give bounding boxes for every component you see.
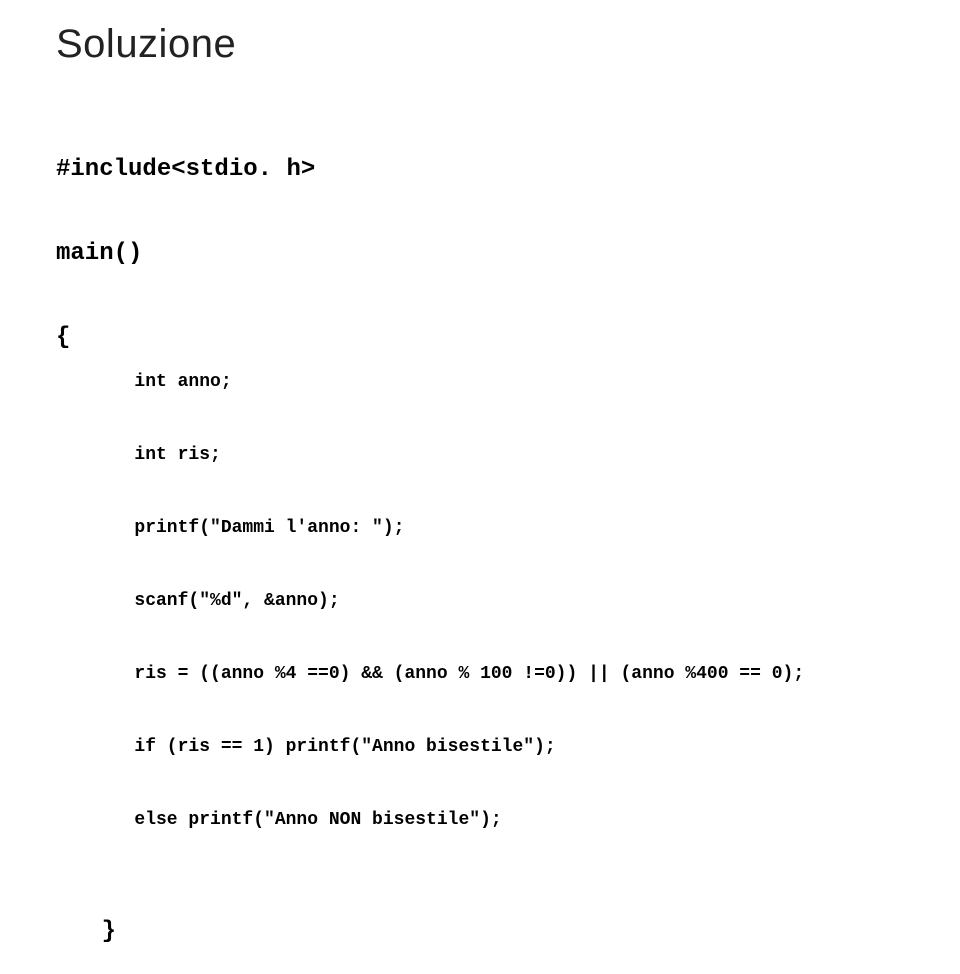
code-line: else printf("Anno NON bisestile"); [134, 808, 804, 832]
code-block: #include<stdio. h> main() { int anno; in… [56, 103, 904, 974]
code-line: int ris; [134, 443, 804, 467]
code-line: ris = ((anno %4 ==0) && (anno % 100 !=0)… [134, 662, 804, 686]
code-close-brace: } [102, 916, 116, 948]
code-main: main() [56, 238, 904, 270]
code-line: if (ris == 1) printf("Anno bisestile"); [134, 735, 804, 759]
code-line: int anno; [134, 370, 804, 394]
code-line: printf("Dammi l'anno: "); [134, 516, 804, 540]
code-line: scanf("%d", &anno); [134, 589, 804, 613]
slide-title: Soluzione [56, 22, 904, 67]
code-open-brace: { [56, 322, 70, 354]
code-body: int anno; int ris; printf("Dammi l'anno:… [134, 322, 804, 881]
code-include: #include<stdio. h> [56, 154, 904, 186]
